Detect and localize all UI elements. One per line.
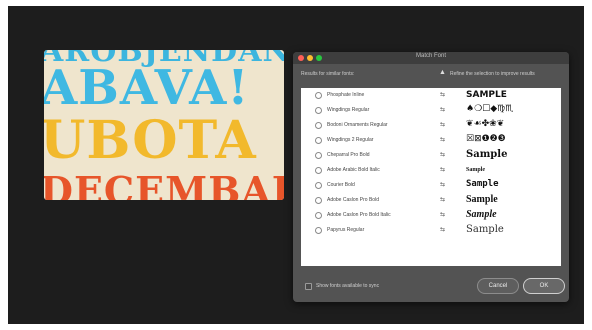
warning-icon: ▲ bbox=[439, 69, 446, 76]
font-sample: Sample bbox=[466, 149, 508, 160]
font-sample: Sample bbox=[466, 194, 498, 205]
font-name: Adobe Caslon Pro Bold bbox=[327, 197, 379, 203]
font-sample: SAMPLE bbox=[466, 90, 507, 100]
font-row[interactable]: Wingdings Regular ⇆ ♠❍☐◆♍♏ bbox=[301, 103, 561, 118]
font-radio[interactable] bbox=[315, 152, 322, 159]
typekit-icon: ⇆ bbox=[440, 212, 446, 218]
canvas: AROBJENDAN ABAVA! UBOTA DECEMBAR Match F… bbox=[8, 6, 584, 324]
poster-line-3: UBOTA bbox=[44, 110, 257, 171]
poster-line-2: ABAVA! bbox=[44, 60, 250, 116]
refine-hint: Refine the selection to improve results bbox=[450, 71, 535, 77]
font-name: Phosphate Inline bbox=[327, 92, 365, 98]
font-row[interactable]: Bodoni Ornaments Regular ⇆ ❦☙✤❀❦ bbox=[301, 118, 561, 133]
results-label: Results for similar fonts: bbox=[301, 71, 355, 77]
font-row[interactable]: Adobe Caslon Pro Bold ⇆ Sample bbox=[301, 193, 561, 208]
font-radio[interactable] bbox=[315, 92, 322, 99]
typekit-icon: ⇆ bbox=[440, 197, 446, 203]
typekit-icon: ⇆ bbox=[440, 92, 446, 98]
font-row[interactable]: Phosphate Inline ⇆ SAMPLE bbox=[301, 88, 561, 103]
typekit-icon: ⇆ bbox=[440, 122, 446, 128]
match-font-dialog: Match Font Results for similar fonts: ▲ … bbox=[293, 52, 569, 302]
font-sample: ❦☙✤❀❦ bbox=[466, 119, 505, 129]
dialog-titlebar: Match Font bbox=[293, 52, 569, 64]
font-radio[interactable] bbox=[315, 197, 322, 204]
show-fonts-label: Show fonts available to sync bbox=[316, 283, 380, 289]
font-sample: Sample bbox=[466, 167, 486, 173]
font-row[interactable]: Wingdings 2 Regular ⇆ ☒⊠❶❷❸ bbox=[301, 133, 561, 148]
poster-image: AROBJENDAN ABAVA! UBOTA DECEMBAR bbox=[44, 50, 284, 200]
cancel-button[interactable]: Cancel bbox=[477, 278, 519, 294]
font-row[interactable]: Papyrus Regular ⇆ Sample bbox=[301, 223, 561, 238]
dialog-header-row: Results for similar fonts: ▲ Refine the … bbox=[293, 64, 569, 84]
font-name: Wingdings Regular bbox=[327, 107, 370, 113]
font-sample: ♠❍☐◆♍♏ bbox=[466, 104, 514, 114]
font-name: Wingdings 2 Regular bbox=[327, 137, 374, 143]
font-name: Adobe Caslon Pro Bold Italic bbox=[327, 212, 391, 218]
font-radio[interactable] bbox=[315, 122, 322, 129]
dialog-footer: Show fonts available to sync Cancel OK bbox=[301, 276, 565, 296]
font-radio[interactable] bbox=[315, 137, 322, 144]
font-radio[interactable] bbox=[315, 167, 322, 174]
typekit-icon: ⇆ bbox=[440, 152, 446, 158]
font-name: Adobe Arabic Bold Italic bbox=[327, 167, 380, 173]
typekit-icon: ⇆ bbox=[440, 107, 446, 113]
font-radio[interactable] bbox=[315, 227, 322, 234]
font-name: Cheparral Pro Bold bbox=[327, 152, 370, 158]
font-row[interactable]: Adobe Arabic Bold Italic ⇆ Sample bbox=[301, 163, 561, 178]
font-name: Papyrus Regular bbox=[327, 227, 365, 233]
show-fonts-checkbox[interactable] bbox=[305, 283, 312, 290]
font-radio[interactable] bbox=[315, 182, 322, 189]
typekit-icon: ⇆ bbox=[440, 227, 446, 233]
font-name: Courier Bold bbox=[327, 182, 355, 188]
font-name: Bodoni Ornaments Regular bbox=[327, 122, 388, 128]
font-results-list[interactable]: Phosphate Inline ⇆ SAMPLE Wingdings Regu… bbox=[301, 88, 561, 266]
font-row[interactable]: Adobe Caslon Pro Bold Italic ⇆ Sample bbox=[301, 208, 561, 223]
font-radio[interactable] bbox=[315, 107, 322, 114]
typekit-icon: ⇆ bbox=[440, 137, 446, 143]
font-sample: Sample bbox=[466, 179, 499, 189]
font-row[interactable]: Cheparral Pro Bold ⇆ Sample bbox=[301, 148, 561, 163]
font-radio[interactable] bbox=[315, 212, 322, 219]
typekit-icon: ⇆ bbox=[440, 182, 446, 188]
poster-line-4: DECEMBAR bbox=[44, 168, 284, 200]
font-sample: Sample bbox=[466, 224, 504, 235]
typekit-icon: ⇆ bbox=[440, 167, 446, 173]
ok-button[interactable]: OK bbox=[523, 278, 565, 294]
font-sample: Sample bbox=[466, 209, 497, 220]
dialog-title: Match Font bbox=[415, 53, 446, 59]
font-row[interactable]: Courier Bold ⇆ Sample bbox=[301, 178, 561, 193]
font-sample: ☒⊠❶❷❸ bbox=[466, 134, 506, 144]
